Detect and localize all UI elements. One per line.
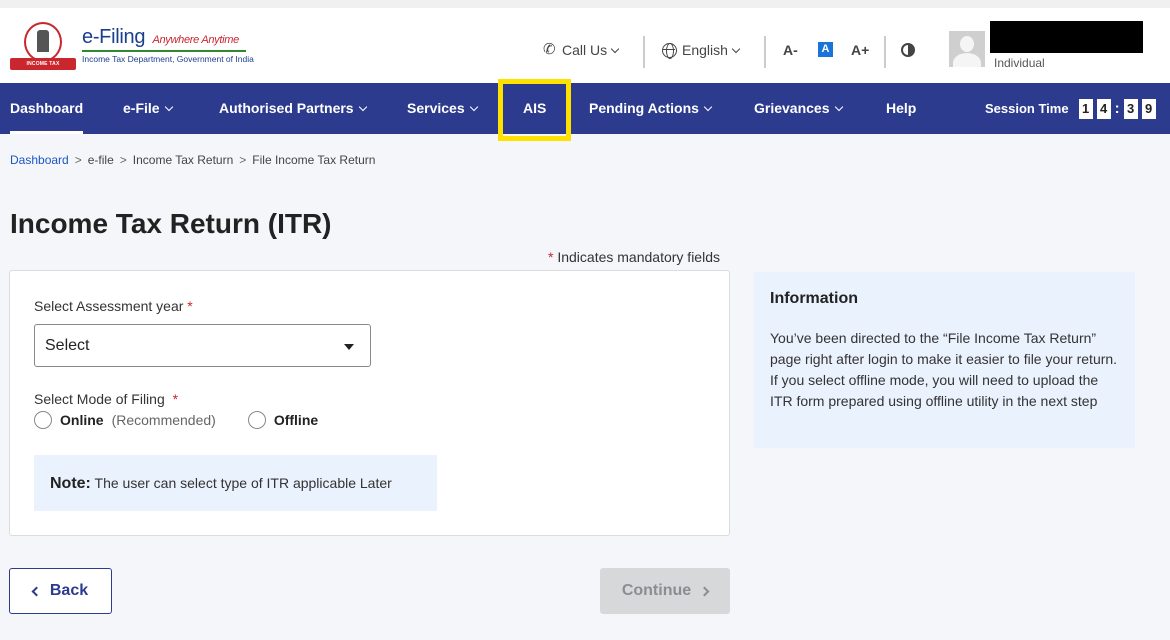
chevron-left-icon <box>31 586 42 596</box>
nav-authorised-partners[interactable]: Authorised Partners <box>219 83 367 134</box>
page-title: Income Tax Return (ITR) <box>10 208 332 239</box>
information-line-1: You’ve been directed to the “File Income… <box>770 330 1118 367</box>
nav-pending-actions[interactable]: Pending Actions <box>589 83 713 134</box>
information-panel: Information You’ve been directed to the … <box>754 272 1135 448</box>
nav-help[interactable]: Help <box>886 83 916 134</box>
offline-radio-label: Offline <box>273 412 319 428</box>
user-type-label: Individual <box>994 56 1045 70</box>
chevron-down-icon <box>610 44 620 53</box>
back-button-label: Back <box>49 582 89 599</box>
efiling-logo[interactable]: INCOME TAX DEPARTMENT e-Filing Anywhere … <box>10 22 254 79</box>
emblem-icon: INCOME TAX DEPARTMENT <box>10 22 76 79</box>
chevron-down-icon <box>731 44 741 53</box>
chevron-down-icon <box>358 102 367 112</box>
nav-authorised-partners-label: Authorised Partners <box>219 100 354 116</box>
breadcrumb-dashboard[interactable]: Dashboard <box>10 153 69 167</box>
assessment-year-select[interactable]: Select <box>34 324 371 367</box>
online-radio-label: Online <box>60 412 104 428</box>
nav-grievances[interactable]: Grievances <box>754 83 843 134</box>
logo-tagline: Anywhere Anytime <box>152 34 239 46</box>
note-box: Note: The user can select type of ITR ap… <box>34 455 437 511</box>
information-line-2: If you select offline mode, you will nee… <box>770 372 1099 409</box>
note-text: The user can select type of ITR applicab… <box>94 475 392 491</box>
information-title: Information <box>770 290 858 307</box>
filing-mode-label: Select Mode of Filing * <box>34 391 178 407</box>
logo-subtitle: Income Tax Department, Government of Ind… <box>82 54 254 64</box>
chevron-down-icon <box>703 102 713 112</box>
session-digit: 9 <box>1141 98 1156 119</box>
itr-form-card: Select Assessment year * Select Select M… <box>9 270 730 536</box>
header-divider <box>643 36 645 68</box>
emblem-ribbon-text: INCOME TAX DEPARTMENT <box>10 58 76 79</box>
nav-pending-actions-label: Pending Actions <box>589 100 699 116</box>
session-digit: 4 <box>1096 98 1111 119</box>
filing-mode-label-text: Select Mode of Filing <box>34 391 165 407</box>
breadcrumb-income-tax-return: Income Tax Return <box>132 153 234 167</box>
online-recommended-hint: (Recommended) <box>111 412 216 428</box>
avatar[interactable] <box>949 31 985 67</box>
font-increase-button[interactable]: A+ <box>851 42 869 58</box>
radio-circle-icon[interactable] <box>34 411 52 429</box>
required-star: * <box>172 391 179 407</box>
online-radio[interactable]: Online (Recommended) <box>34 411 216 429</box>
breadcrumb-separator: > <box>119 153 127 167</box>
header-divider <box>764 36 766 68</box>
nav-dashboard[interactable]: Dashboard <box>10 83 84 134</box>
chevron-right-icon <box>699 586 710 596</box>
call-us-dropdown[interactable]: Call Us <box>543 40 620 58</box>
session-digit: 1 <box>1078 98 1093 119</box>
contrast-icon[interactable] <box>901 43 915 57</box>
redacted-username[interactable] <box>990 21 1143 53</box>
breadcrumb-separator: > <box>74 153 82 167</box>
continue-button[interactable]: Continue <box>600 568 730 614</box>
nav-help-label: Help <box>886 100 917 116</box>
logo-underline <box>82 50 246 52</box>
nav-services-label: Services <box>407 100 465 116</box>
nav-services[interactable]: Services <box>407 83 478 134</box>
breadcrumb-efile: e-file <box>87 153 114 167</box>
font-normal-button[interactable]: A <box>818 42 833 57</box>
nav-efile[interactable]: e-File <box>123 83 173 134</box>
offline-radio[interactable]: Offline <box>247 411 319 429</box>
breadcrumb: Dashboard > e-file > Income Tax Return >… <box>10 153 375 167</box>
radio-circle-icon[interactable] <box>247 411 266 429</box>
chevron-down-icon <box>469 102 478 112</box>
call-us-label: Call Us <box>562 42 608 58</box>
mandatory-note: * Indicates mandatory fields <box>548 249 720 265</box>
header-divider <box>884 36 886 68</box>
nav-dashboard-label: Dashboard <box>10 100 84 116</box>
language-label: English <box>682 42 728 58</box>
session-colon: : <box>1114 100 1120 117</box>
session-time-label: Session Time <box>985 101 1069 116</box>
mandatory-text: Indicates mandatory fields <box>557 249 720 265</box>
breadcrumb-file-itr: File Income Tax Return <box>252 153 376 167</box>
logo-title: e-Filing <box>82 26 146 48</box>
filing-mode-radio-group: Online (Recommended) Offline <box>34 411 318 429</box>
required-star: * <box>187 298 193 314</box>
language-dropdown[interactable]: English <box>662 42 741 59</box>
breadcrumb-separator: > <box>239 153 247 167</box>
font-decrease-button[interactable]: A- <box>783 42 798 58</box>
required-star: * <box>548 249 554 265</box>
nav-grievances-label: Grievances <box>754 100 830 116</box>
ais-highlight-box <box>498 79 571 141</box>
chevron-down-icon <box>834 102 843 112</box>
caret-down-icon <box>344 344 354 350</box>
continue-button-label: Continue <box>621 582 692 599</box>
assessment-year-value: Select <box>45 337 90 354</box>
phone-icon <box>543 40 557 58</box>
session-digit: 3 <box>1123 98 1138 119</box>
assessment-year-label: Select Assessment year * <box>34 298 193 314</box>
globe-icon <box>662 42 677 59</box>
chevron-down-icon <box>164 102 173 112</box>
session-timer: Session Time 1 4 : 3 9 <box>985 83 1156 134</box>
note-title: Note: <box>50 475 91 492</box>
assessment-year-label-text: Select Assessment year <box>34 298 184 314</box>
nav-efile-label: e-File <box>123 100 160 116</box>
back-button[interactable]: Back <box>9 568 112 614</box>
